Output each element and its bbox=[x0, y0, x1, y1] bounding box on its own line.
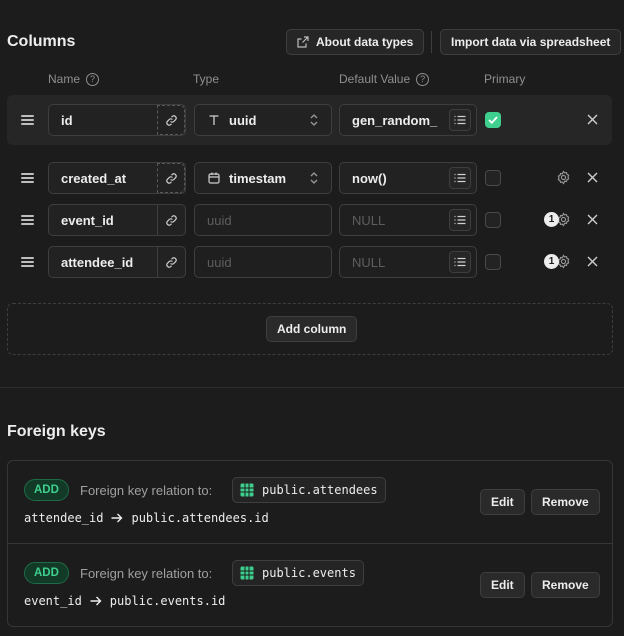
column-name-value: event_id bbox=[61, 212, 114, 228]
column-type-value: uuid bbox=[207, 254, 232, 270]
column-type-value: timestam bbox=[229, 170, 287, 186]
primary-header-label: Primary bbox=[484, 72, 526, 86]
column-type-select: uuid bbox=[194, 204, 332, 236]
column-name-field[interactable]: event_id bbox=[48, 204, 186, 236]
about-data-types-button[interactable]: About data types bbox=[286, 29, 425, 55]
foreign-key-label: Foreign key relation to: bbox=[80, 566, 213, 581]
columns-title: Columns bbox=[7, 33, 76, 50]
foreign-key-label: Foreign key relation to: bbox=[80, 483, 213, 498]
remove-button[interactable]: Remove bbox=[531, 572, 600, 598]
referenced-table-chip: public.attendees bbox=[232, 477, 386, 503]
relation-count-badge: 1 bbox=[544, 212, 559, 227]
close-icon[interactable] bbox=[587, 114, 598, 125]
column-type-select[interactable]: uuid bbox=[194, 104, 332, 136]
calendar-icon bbox=[207, 172, 221, 184]
arrow-right-icon bbox=[90, 596, 102, 606]
edit-button[interactable]: Edit bbox=[480, 489, 525, 515]
default-value-field[interactable]: NULL bbox=[339, 246, 477, 278]
column-type-value: uuid bbox=[207, 212, 232, 228]
column-name-value: created_at bbox=[61, 170, 127, 186]
close-icon[interactable] bbox=[587, 256, 598, 267]
target-column: public.attendees.id bbox=[131, 511, 269, 525]
edit-button[interactable]: Edit bbox=[480, 572, 525, 598]
link-icon[interactable] bbox=[157, 247, 185, 277]
help-icon[interactable]: ? bbox=[86, 72, 100, 86]
source-column: event_id bbox=[24, 594, 82, 608]
column-name-field[interactable]: id bbox=[48, 104, 186, 136]
primary-column-header: Primary bbox=[484, 72, 525, 86]
referenced-table-name: public.events bbox=[262, 566, 356, 580]
default-column-header: Default Value ? bbox=[339, 72, 430, 86]
foreign-keys-title: Foreign keys bbox=[7, 423, 106, 440]
target-column: public.events.id bbox=[109, 594, 226, 608]
chevron-up-down-icon bbox=[309, 113, 319, 127]
link-icon[interactable] bbox=[157, 205, 185, 235]
drag-handle-icon[interactable] bbox=[21, 215, 34, 225]
add-status-badge: ADD bbox=[24, 479, 69, 501]
external-link-icon bbox=[297, 36, 309, 48]
default-value-field[interactable]: gen_random_ bbox=[339, 104, 477, 136]
referenced-table-name: public.attendees bbox=[262, 483, 378, 497]
section-divider bbox=[0, 387, 624, 388]
list-menu-icon[interactable] bbox=[449, 209, 471, 231]
table-icon bbox=[240, 483, 254, 497]
list-menu-icon[interactable] bbox=[449, 251, 471, 273]
about-data-types-label: About data types bbox=[316, 35, 414, 49]
column-name-value: id bbox=[61, 112, 73, 128]
gear-icon[interactable] bbox=[556, 170, 571, 185]
primary-checkbox[interactable] bbox=[485, 212, 501, 228]
link-icon[interactable] bbox=[157, 105, 185, 135]
add-column-button[interactable]: Add column bbox=[266, 316, 358, 342]
name-column-header: Name ? bbox=[48, 72, 100, 86]
column-type-value: uuid bbox=[229, 112, 257, 128]
default-value-text: gen_random_ bbox=[352, 112, 438, 128]
drag-handle-icon[interactable] bbox=[21, 173, 34, 183]
primary-checkbox[interactable] bbox=[485, 170, 501, 186]
default-value-field[interactable]: NULL bbox=[339, 204, 477, 236]
remove-button[interactable]: Remove bbox=[531, 489, 600, 515]
column-type-select[interactable]: timestam bbox=[194, 162, 332, 194]
chevron-up-down-icon bbox=[309, 171, 319, 185]
relation-count-badge: 1 bbox=[544, 254, 559, 269]
arrow-right-icon bbox=[111, 513, 123, 523]
help-icon[interactable]: ? bbox=[416, 72, 430, 86]
primary-checkbox[interactable] bbox=[485, 254, 501, 270]
add-status-badge: ADD bbox=[24, 562, 69, 584]
foreign-key-mapping: event_id public.events.id bbox=[24, 594, 225, 608]
default-header-label: Default Value bbox=[339, 72, 411, 86]
default-value-field[interactable]: now() bbox=[339, 162, 477, 194]
import-spreadsheet-label: Import data via spreadsheet bbox=[451, 35, 611, 49]
header-divider bbox=[431, 31, 432, 53]
list-menu-icon[interactable] bbox=[449, 109, 471, 131]
referenced-table-chip: public.events bbox=[232, 560, 364, 586]
import-spreadsheet-button[interactable]: Import data via spreadsheet bbox=[440, 29, 622, 55]
foreign-key-mapping: attendee_id public.attendees.id bbox=[24, 511, 269, 525]
close-icon[interactable] bbox=[587, 172, 598, 183]
default-value-text: NULL bbox=[352, 254, 386, 270]
column-name-field[interactable]: created_at bbox=[48, 162, 186, 194]
link-icon[interactable] bbox=[157, 163, 185, 193]
type-header-label: Type bbox=[193, 72, 220, 86]
list-menu-icon[interactable] bbox=[449, 167, 471, 189]
primary-checkbox[interactable] bbox=[485, 112, 501, 128]
column-name-field[interactable]: attendee_id bbox=[48, 246, 186, 278]
name-header-label: Name bbox=[48, 72, 81, 86]
text-type-icon bbox=[207, 114, 221, 126]
table-icon bbox=[240, 566, 254, 580]
column-name-value: attendee_id bbox=[61, 254, 134, 270]
default-value-text: NULL bbox=[352, 212, 386, 228]
drag-handle-icon[interactable] bbox=[21, 115, 34, 125]
default-value-text: now() bbox=[352, 170, 387, 186]
drag-handle-icon[interactable] bbox=[21, 257, 34, 267]
source-column: attendee_id bbox=[24, 511, 104, 525]
column-type-select: uuid bbox=[194, 246, 332, 278]
type-column-header: Type bbox=[193, 72, 219, 86]
close-icon[interactable] bbox=[587, 214, 598, 225]
foreign-key-divider bbox=[8, 543, 612, 544]
